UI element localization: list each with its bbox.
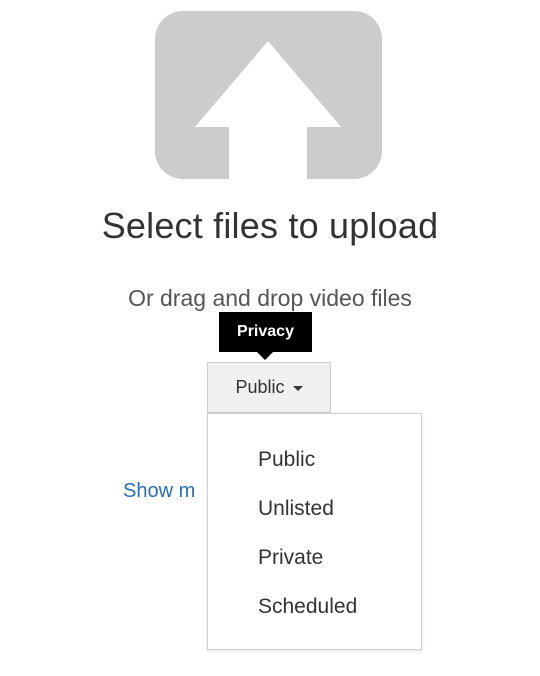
privacy-option-unlisted[interactable]: Unlisted	[208, 491, 421, 540]
caret-down-icon	[292, 386, 303, 391]
privacy-option-private[interactable]: Private	[208, 540, 421, 589]
privacy-tooltip: Privacy	[219, 312, 312, 360]
privacy-dropdown-button[interactable]: Public	[207, 362, 331, 413]
upload-subtitle: Or drag and drop video files	[128, 285, 412, 311]
privacy-dropdown-menu: Public Unlisted Private Scheduled	[207, 413, 422, 650]
privacy-option-scheduled[interactable]: Scheduled	[208, 589, 421, 638]
privacy-selected-label: Public	[235, 377, 285, 397]
upload-arrow-icon[interactable]	[155, 11, 382, 179]
privacy-option-public[interactable]: Public	[208, 442, 421, 491]
upload-title: Select files to upload	[101, 205, 439, 246]
show-more-link[interactable]: Show m	[123, 480, 195, 503]
upload-page: Select files to upload Or drag and drop …	[0, 0, 540, 676]
